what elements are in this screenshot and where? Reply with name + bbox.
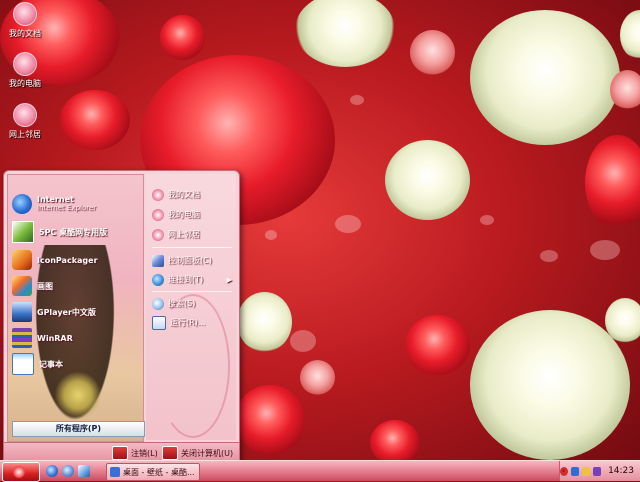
menu-item-connect-to[interactable]: 连接到(T) ▶ <box>152 271 236 288</box>
menu-item-label: 连接到(T) <box>168 275 204 284</box>
window-app-icon <box>110 467 120 477</box>
desktop-icon-network-places[interactable]: 网上邻居 <box>4 103 46 140</box>
program-title: GPlayer中文版 <box>37 307 96 317</box>
menu-item-label: 搜索(S) <box>168 299 196 308</box>
quicklaunch-desktop-icon[interactable] <box>78 465 90 477</box>
tray-app-icon[interactable] <box>593 466 602 476</box>
start-menu-programs-pane: Internet Internet Explorer 5PC 桌酷网专用版 Ico… <box>7 174 145 442</box>
power-icon <box>162 446 178 460</box>
desktop-icon-label: 我的文档 <box>9 29 41 38</box>
menu-item-control-panel[interactable]: 控制面板(C) <box>152 252 236 269</box>
program-notepad[interactable]: 记事本 <box>12 351 140 377</box>
network-places-icon <box>152 228 164 241</box>
program-gplayer[interactable]: GPlayer中文版 <box>12 299 140 325</box>
menu-item-label: 我的电脑 <box>168 210 200 219</box>
tray-expand-icon[interactable]: ‹ <box>562 466 565 475</box>
desktop-icon-label: 网上邻居 <box>9 130 41 139</box>
logoff-icon <box>112 446 128 460</box>
taskbar-window-title: 桌面 - 壁纸 - 桌酷... <box>123 467 195 477</box>
flower-decoration <box>48 370 108 420</box>
desktop-icon-my-documents[interactable]: 我的文档 <box>4 2 46 39</box>
internet-explorer-icon <box>12 194 32 214</box>
taskbar: 桌面 - 壁纸 - 桌酷... ‹ 14:23 <box>0 460 640 482</box>
menu-item-label: 控制面板(C) <box>168 256 212 265</box>
iconpackager-icon <box>12 250 32 270</box>
connect-icon <box>152 273 164 286</box>
system-tray: ‹ 14:23 <box>559 461 640 481</box>
program-title: Internet <box>37 195 74 204</box>
clock[interactable]: 14:23 <box>608 466 634 476</box>
desktop-icon-label: 我的电脑 <box>9 79 41 88</box>
program-zhuoku[interactable]: 5PC 桌酷网专用版 <box>12 219 140 245</box>
menu-item-label: 网上邻居 <box>168 230 200 239</box>
start-button[interactable] <box>2 462 40 482</box>
my-computer-icon <box>152 208 164 221</box>
menu-item-my-computer[interactable]: 我的电脑 <box>152 206 236 223</box>
control-panel-icon <box>152 254 164 267</box>
menu-item-network-places[interactable]: 网上邻居 <box>152 226 236 243</box>
program-subtitle: Internet Explorer <box>37 204 97 212</box>
quicklaunch-media-icon[interactable] <box>62 465 74 477</box>
notepad-icon <box>12 353 34 375</box>
menu-item-search[interactable]: 搜索(S) <box>152 295 236 312</box>
program-winrar[interactable]: WinRAR <box>12 325 140 351</box>
menu-separator <box>152 247 232 248</box>
program-title: IconPackager <box>37 255 98 265</box>
my-documents-icon <box>152 188 164 201</box>
menu-separator <box>152 291 232 292</box>
start-menu: Internet Internet Explorer 5PC 桌酷网专用版 Ico… <box>3 170 240 464</box>
start-menu-places-pane: 我的文档 我的电脑 网上邻居 控制面板(C) 连接到(T) ▶ 搜索(S) 运行… <box>146 174 236 440</box>
shutdown-button[interactable]: 关闭计算机(U) <box>162 446 233 460</box>
all-programs-button[interactable]: 所有程序(P) <box>12 421 145 437</box>
logoff-button[interactable]: 注销(L) <box>112 446 158 460</box>
my-documents-icon <box>13 2 37 26</box>
menu-item-my-documents[interactable]: 我的文档 <box>152 186 236 203</box>
quicklaunch-ie-icon[interactable] <box>46 465 58 477</box>
my-computer-icon <box>13 52 37 76</box>
winrar-icon <box>12 328 32 348</box>
network-places-icon <box>13 103 37 127</box>
program-title: 画图 <box>37 281 53 291</box>
menu-item-run[interactable]: 运行(R)... <box>152 314 236 331</box>
program-title: 5PC 桌酷网专用版 <box>39 227 108 237</box>
tray-volume-icon[interactable] <box>582 466 591 476</box>
program-internet-explorer[interactable]: Internet Internet Explorer <box>12 191 140 217</box>
program-iconpackager[interactable]: IconPackager <box>12 247 140 273</box>
taskbar-window-button[interactable]: 桌面 - 壁纸 - 桌酷... <box>106 463 200 481</box>
shutdown-label: 关闭计算机(U) <box>181 448 234 458</box>
zhuoku-icon <box>12 221 34 243</box>
program-paint[interactable]: 画图 <box>12 273 140 299</box>
logoff-label: 注销(L) <box>131 448 158 458</box>
run-icon <box>152 315 166 330</box>
paint-icon <box>12 276 32 296</box>
menu-item-label: 我的文档 <box>168 190 200 199</box>
rose-start-icon <box>13 466 25 478</box>
program-title: 记事本 <box>39 359 63 369</box>
desktop-icon-my-computer[interactable]: 我的电脑 <box>4 52 46 89</box>
submenu-arrow-icon: ▶ <box>226 275 232 284</box>
search-icon <box>152 297 164 310</box>
menu-item-label: 运行(R)... <box>170 318 206 327</box>
tray-network-icon[interactable] <box>571 466 580 476</box>
gplayer-icon <box>12 302 32 322</box>
program-title: WinRAR <box>37 333 73 343</box>
